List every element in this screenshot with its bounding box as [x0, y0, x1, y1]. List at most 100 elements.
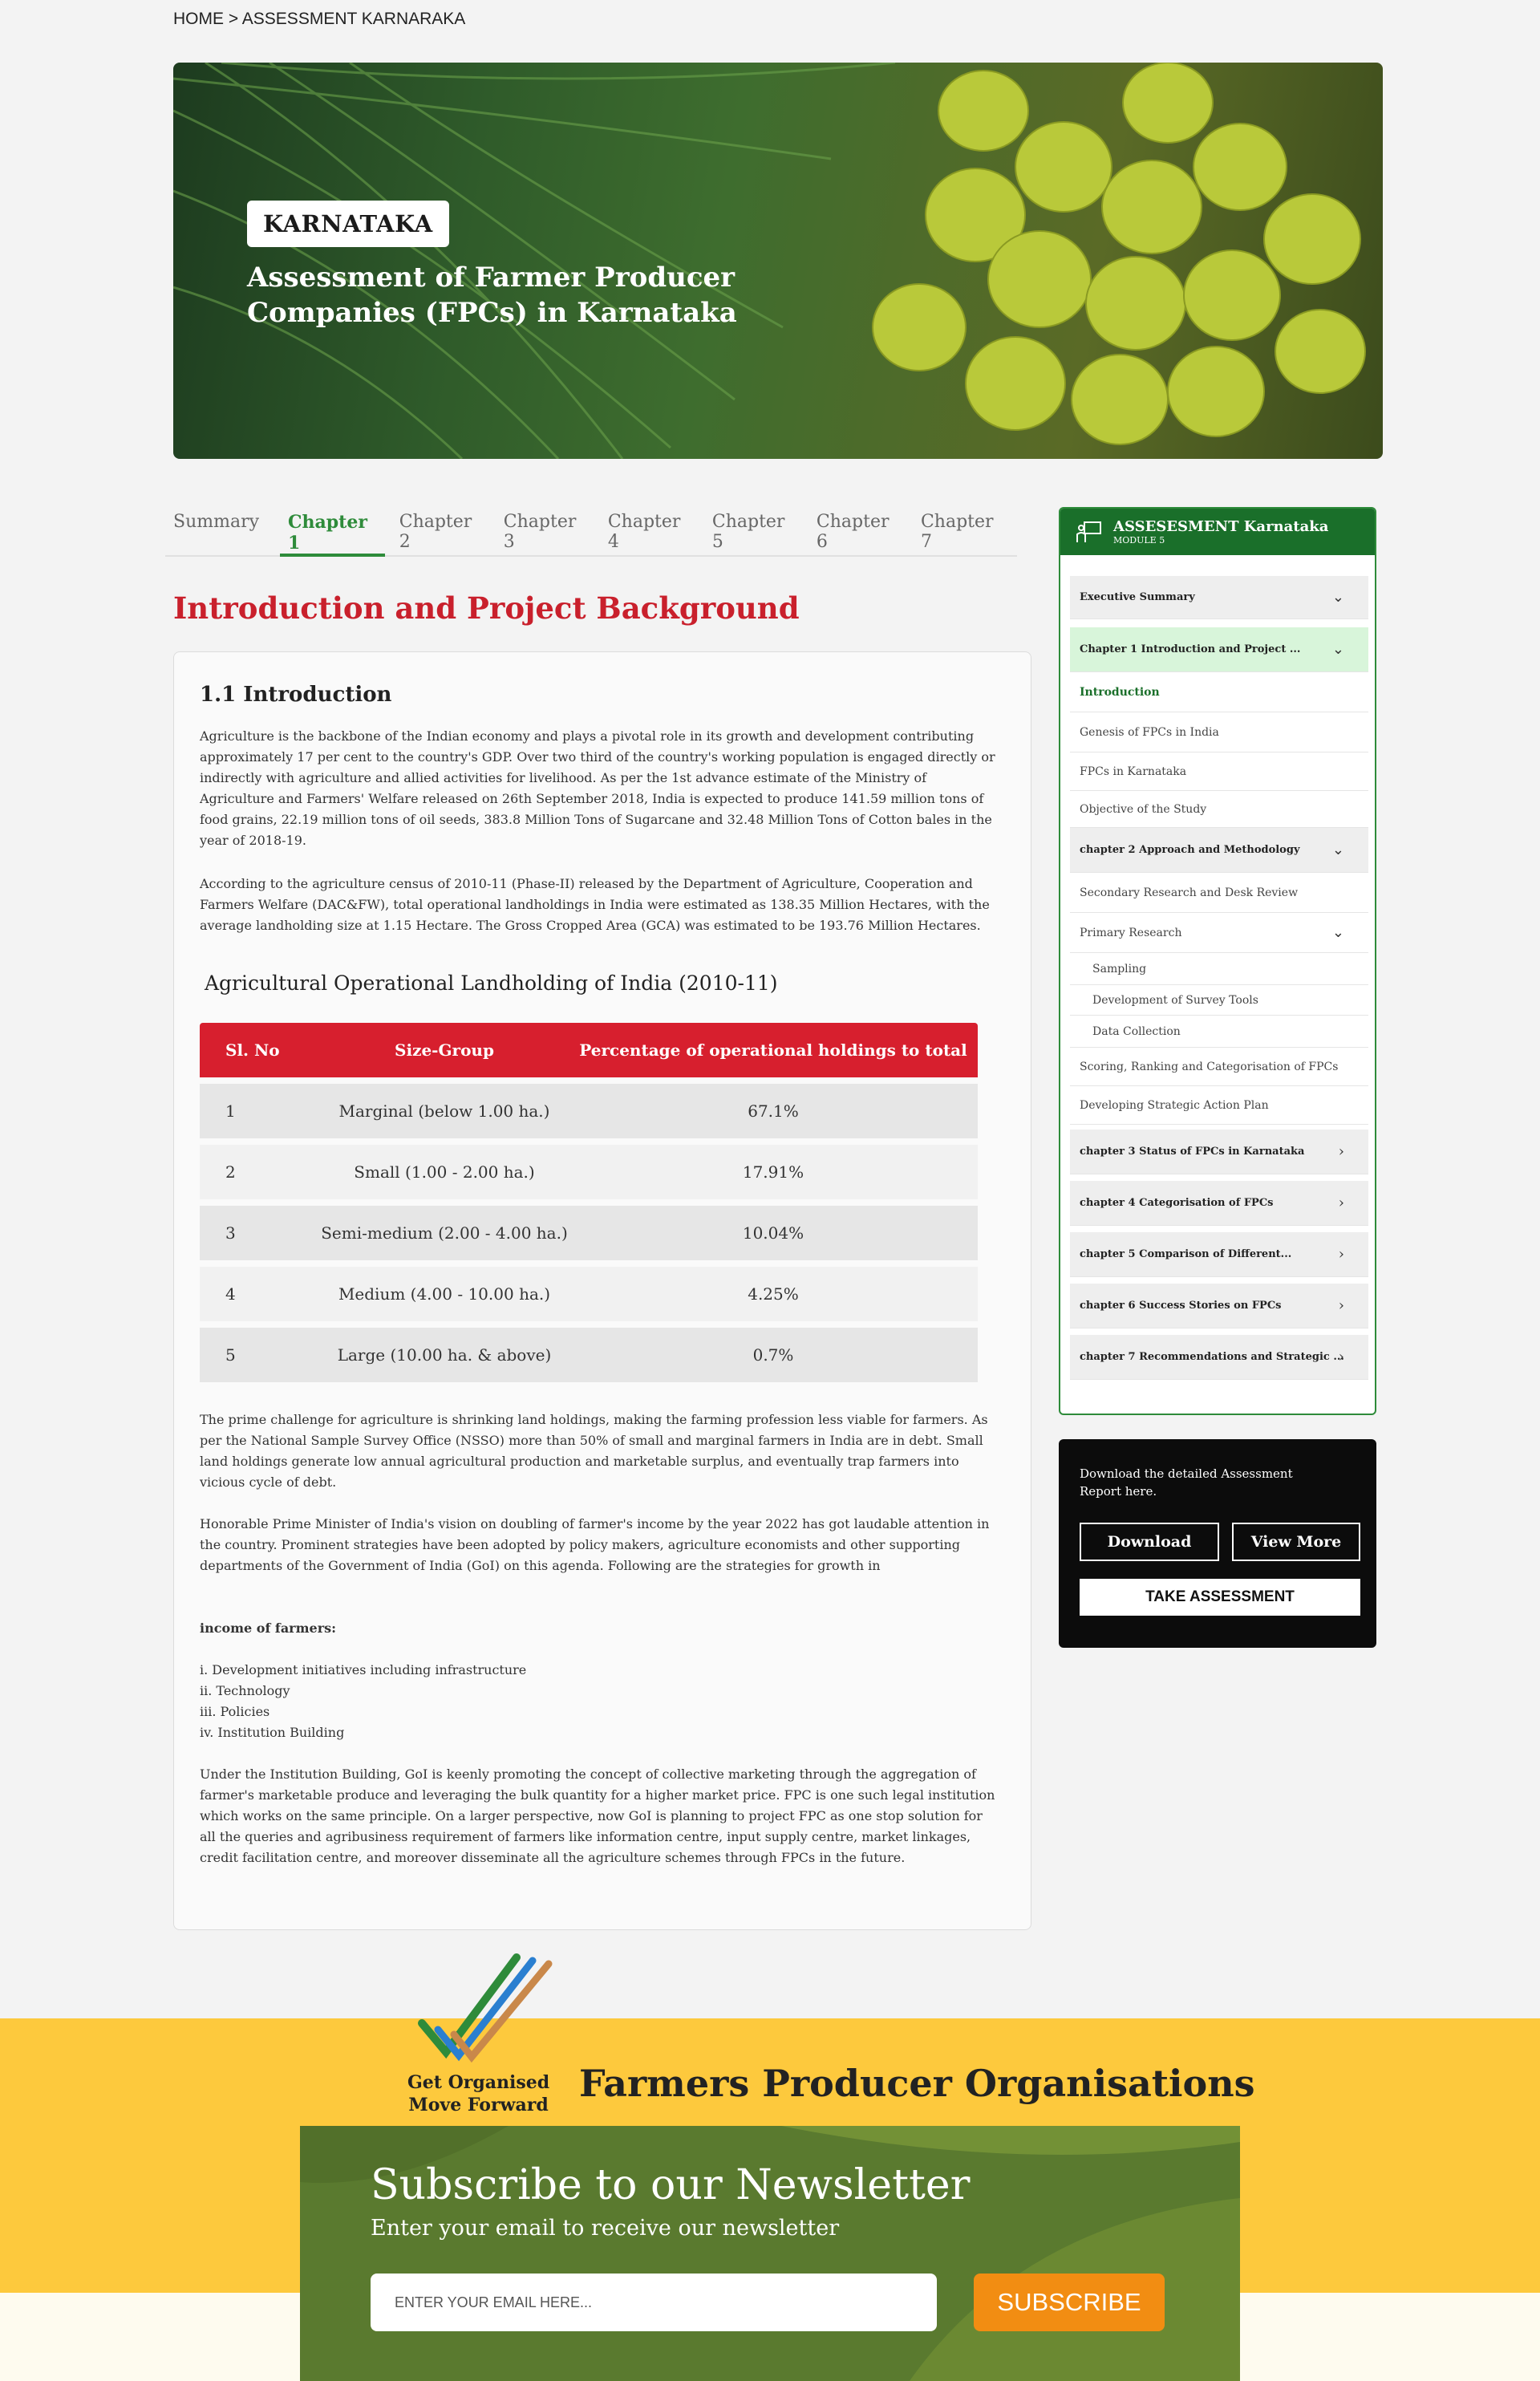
chevron-right-icon: ›	[1338, 1349, 1344, 1365]
paragraph-3: The prime challenge for agriculture is s…	[200, 1412, 988, 1490]
landholding-table: Sl. No Size-Group Percentage of operatio…	[200, 1023, 978, 1382]
sidebar-item-label: chapter 4 Categorisation of FPCs	[1080, 1197, 1274, 1209]
sidebar-item-label: Primary Research	[1080, 926, 1182, 939]
download-panel: Download the detailed Assessment Report …	[1059, 1439, 1376, 1648]
cell-sl-no: 4	[225, 1284, 236, 1304]
breadcrumb-separator: >	[224, 10, 242, 28]
view-more-button[interactable]: View More	[1232, 1523, 1360, 1561]
sidebar-item-objective[interactable]: Objective of the Study	[1070, 791, 1368, 828]
newsletter-panel: Subscribe to our Newsletter Enter your e…	[300, 2126, 1240, 2381]
cell-size-group: Marginal (below 1.00 ha.)	[338, 1101, 550, 1121]
cell-percentage: 17.91%	[742, 1162, 804, 1182]
sidebar-item-label: Objective of the Study	[1080, 802, 1207, 816]
subscribe-button[interactable]: SUBSCRIBE	[974, 2274, 1165, 2331]
paragraph-1: Agriculture is the backbone of the India…	[200, 728, 995, 848]
tab-chapter-7[interactable]: Chapter 7	[913, 497, 1011, 555]
sidebar-item-label: FPCs in Karnataka	[1080, 765, 1187, 778]
sidebar-header: ASSESESMENT Karnataka MODULE 5	[1060, 509, 1375, 555]
paragraph-4: Honorable Prime Minister of India's visi…	[200, 1516, 990, 1573]
hero-state-tag: KARNATAKA	[247, 201, 449, 247]
content-card: 1.1 Introduction Agriculture is the back…	[173, 651, 1031, 1930]
sidebar-item-chapter-5[interactable]: chapter 5 Comparison of Different... ›	[1070, 1232, 1368, 1277]
sidebar-item-label: Chapter 1 Introduction and Project ...	[1080, 643, 1301, 655]
sidebar-item-label: Development of Survey Tools	[1092, 993, 1258, 1007]
paragraph-5: Under the Institution Building, GoI is k…	[200, 1766, 995, 1865]
header-sl-no: Sl. No	[225, 1040, 280, 1060]
download-description: Download the detailed Assessment Report …	[1080, 1466, 1293, 1499]
strategy-item: iv. Institution Building	[200, 1725, 345, 1740]
footer-tagline: Get Organised Move Forward	[407, 2071, 549, 2116]
sidebar-item-label: Executive Summary	[1080, 591, 1195, 603]
tab-chapter-2[interactable]: Chapter 2	[391, 497, 489, 555]
table-row: 3 Semi-medium (2.00 - 4.00 ha.) 10.04%	[200, 1206, 978, 1260]
tab-chapter-3[interactable]: Chapter 3	[496, 497, 594, 555]
header-size-group: Size-Group	[395, 1040, 494, 1060]
cell-sl-no: 3	[225, 1223, 236, 1243]
fpo-logo-checkmark	[418, 1953, 553, 2063]
tab-chapter-6[interactable]: Chapter 6	[808, 497, 906, 555]
sidebar-item-label: chapter 2 Approach and Methodology	[1080, 844, 1300, 856]
sidebar-item-chapter-6[interactable]: chapter 6 Success Stories on FPCs ›	[1070, 1284, 1368, 1328]
tab-chapter-5[interactable]: Chapter 5	[704, 497, 802, 555]
sidebar-item-label: Secondary Research and Desk Review	[1080, 886, 1299, 899]
cell-size-group: Large (10.00 ha. & above)	[337, 1345, 552, 1365]
paragraph-2: According to the agriculture census of 2…	[200, 876, 990, 933]
take-assessment-button[interactable]: TAKE ASSESSMENT	[1080, 1579, 1360, 1616]
chevron-down-icon: ⌄	[1331, 924, 1344, 941]
table-row: 4 Medium (4.00 - 10.00 ha.) 4.25%	[200, 1267, 978, 1321]
header-percentage: Percentage of operational holdings to to…	[579, 1040, 967, 1060]
strategy-item: iii. Policies	[200, 1704, 270, 1719]
sidebar-item-secondary-research[interactable]: Secondary Research and Desk Review	[1070, 873, 1368, 913]
sidebar-item-label: Sampling	[1092, 962, 1147, 976]
sidebar-item-label: chapter 6 Success Stories on FPCs	[1080, 1300, 1282, 1312]
sidebar-item-chapter-1[interactable]: Chapter 1 Introduction and Project ... ⌄	[1070, 627, 1368, 672]
breadcrumb-home[interactable]: HOME	[173, 10, 224, 28]
cell-percentage: 10.04%	[742, 1223, 804, 1243]
table-row: 2 Small (1.00 - 2.00 ha.) 17.91%	[200, 1145, 978, 1199]
download-button[interactable]: Download	[1080, 1523, 1219, 1561]
sidebar-item-fpcs-karnataka[interactable]: FPCs in Karnataka	[1070, 752, 1368, 791]
sidebar-item-introduction[interactable]: Introduction	[1070, 672, 1368, 712]
cell-sl-no: 2	[225, 1162, 236, 1182]
sidebar-item-chapter-3[interactable]: chapter 3 Status of FPCs in Karnataka ›	[1070, 1130, 1368, 1174]
tagline-line-1: Get Organised	[407, 2072, 550, 2093]
cell-percentage: 4.25%	[748, 1284, 799, 1304]
sidebar-item-chapter-2[interactable]: chapter 2 Approach and Methodology ⌄	[1070, 828, 1368, 873]
chevron-right-icon: ›	[1338, 1297, 1344, 1314]
table-header: Sl. No Size-Group Percentage of operatio…	[200, 1023, 978, 1077]
breadcrumb-current[interactable]: ASSESSMENT KARNARAKA	[242, 10, 466, 28]
tagline-line-2: Move Forward	[408, 2095, 549, 2115]
sidebar-item-chapter-7[interactable]: chapter 7 Recommendations and Strategic …	[1070, 1335, 1368, 1380]
cell-sl-no: 5	[225, 1345, 236, 1365]
sidebar-item-label: Introduction	[1080, 685, 1160, 699]
strategy-item: ii. Technology	[200, 1683, 290, 1698]
cell-percentage: 0.7%	[752, 1345, 794, 1365]
sidebar-item-scoring[interactable]: Scoring, Ranking and Categorisation of F…	[1070, 1048, 1368, 1086]
sidebar-item-survey-tools[interactable]: Development of Survey Tools	[1070, 985, 1368, 1016]
tab-chapter-4[interactable]: Chapter 4	[600, 497, 698, 555]
sidebar-item-executive-summary[interactable]: Executive Summary ⌄	[1070, 576, 1368, 619]
chevron-right-icon: ›	[1338, 1246, 1344, 1263]
subsection-title: 1.1 Introduction	[200, 683, 392, 707]
hero-banner: KARNATAKA Assessment of Farmer Producer …	[173, 63, 1383, 459]
income-heading: income of farmers:	[200, 1620, 337, 1636]
sidebar-item-genesis[interactable]: Genesis of FPCs in India	[1070, 712, 1368, 752]
tab-chapter-1[interactable]: Chapter 1	[280, 497, 385, 557]
sidebar-item-data-collection[interactable]: Data Collection	[1070, 1016, 1368, 1048]
email-input[interactable]	[371, 2274, 937, 2331]
presentation-icon	[1076, 521, 1101, 542]
sidebar-subtitle: MODULE 5	[1113, 534, 1165, 546]
tab-summary[interactable]: Summary	[165, 497, 274, 555]
hero-title: Assessment of Farmer Producer Companies …	[247, 262, 737, 329]
sidebar-item-chapter-4[interactable]: chapter 4 Categorisation of FPCs ›	[1070, 1181, 1368, 1226]
sidebar-title: ASSESESMENT Karnataka	[1113, 517, 1329, 535]
sidebar-item-label: Data Collection	[1092, 1024, 1181, 1038]
chevron-right-icon: ›	[1338, 1143, 1344, 1160]
newsletter-title: Subscribe to our Newsletter	[371, 2161, 971, 2209]
sidebar-item-sampling[interactable]: Sampling	[1070, 953, 1368, 985]
sidebar-item-label: chapter 3 Status of FPCs in Karnataka	[1080, 1146, 1305, 1158]
cell-size-group: Small (1.00 - 2.00 ha.)	[354, 1162, 535, 1182]
sidebar-item-strategic-plan[interactable]: Developing Strategic Action Plan	[1070, 1086, 1368, 1125]
sidebar-item-primary-research[interactable]: Primary Research ⌄	[1070, 913, 1368, 953]
cell-size-group: Semi-medium (2.00 - 4.00 ha.)	[321, 1223, 568, 1243]
